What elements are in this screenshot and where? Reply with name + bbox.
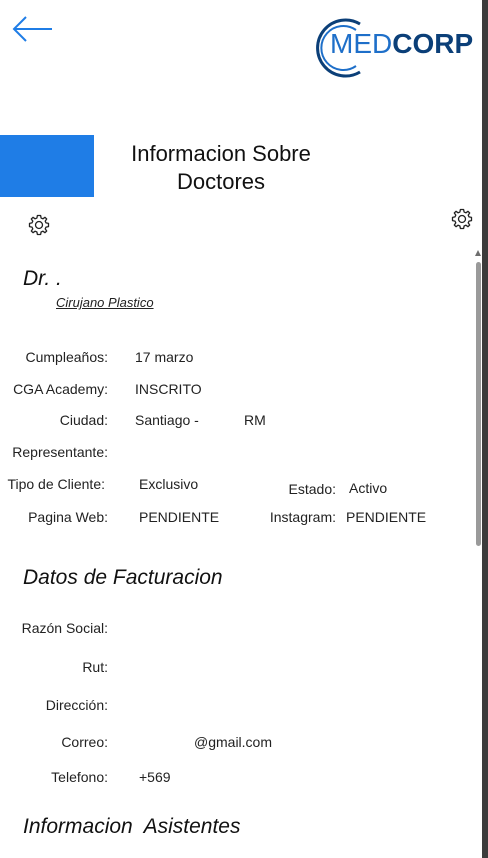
billing-section-title: Datos de Facturacion xyxy=(23,566,223,589)
email-value: @gmail.com xyxy=(194,734,273,750)
academy-label: CGA Academy: xyxy=(13,381,108,397)
status-value: Activo xyxy=(349,480,388,496)
logo-corp-text: CORP xyxy=(392,28,474,59)
birthday-label: Cumpleaños: xyxy=(25,349,109,365)
settings-button-left[interactable] xyxy=(27,213,51,237)
email-label: Correo: xyxy=(61,734,108,750)
logo-med-text: MED xyxy=(330,28,393,59)
rut-label: Rut: xyxy=(82,659,108,675)
client-type-label: Tipo de Cliente: xyxy=(7,476,105,492)
region-value: RM xyxy=(244,412,266,428)
phone-value: +569 xyxy=(139,769,171,785)
city-value: Santiago - xyxy=(135,412,199,428)
page-title-line2: Doctores xyxy=(176,169,266,194)
city-label: Ciudad: xyxy=(59,412,108,428)
assistants-section-title: Informacion Asistentes xyxy=(23,815,241,838)
settings-button-right[interactable] xyxy=(450,207,474,231)
back-button[interactable] xyxy=(12,14,56,44)
doctor-specialty[interactable]: Cirujano Plastico xyxy=(56,295,154,310)
status-label: Estado: xyxy=(288,481,336,497)
website-label: Pagina Web: xyxy=(28,509,108,525)
accent-block xyxy=(0,135,94,197)
website-value[interactable]: PENDIENTE xyxy=(139,509,219,525)
medcorp-logo: MEDCORP xyxy=(312,16,473,78)
instagram-value[interactable]: PENDIENTE xyxy=(346,509,426,525)
scroll-up-arrow-icon[interactable] xyxy=(475,250,481,256)
scrollbar-thumb[interactable] xyxy=(476,262,481,546)
instagram-label: Instagram: xyxy=(269,509,336,525)
gear-icon xyxy=(28,214,50,236)
academy-value: INSCRITO xyxy=(135,381,202,397)
gear-icon xyxy=(451,208,473,230)
client-type-value: Exclusivo xyxy=(139,476,199,492)
page-title: Informacion Sobre Doctores xyxy=(110,140,332,196)
address-label: Dirección: xyxy=(45,697,108,713)
window-edge xyxy=(482,0,488,858)
page-title-line1: Informacion Sobre xyxy=(131,141,311,166)
back-arrow-icon xyxy=(12,16,52,42)
doctor-name: Dr. . xyxy=(23,267,62,290)
phone-label: Telefono: xyxy=(51,769,108,785)
company-label: Razón Social: xyxy=(21,620,108,636)
birthday-value: 17 marzo xyxy=(135,349,194,365)
representative-label: Representante: xyxy=(12,444,108,460)
